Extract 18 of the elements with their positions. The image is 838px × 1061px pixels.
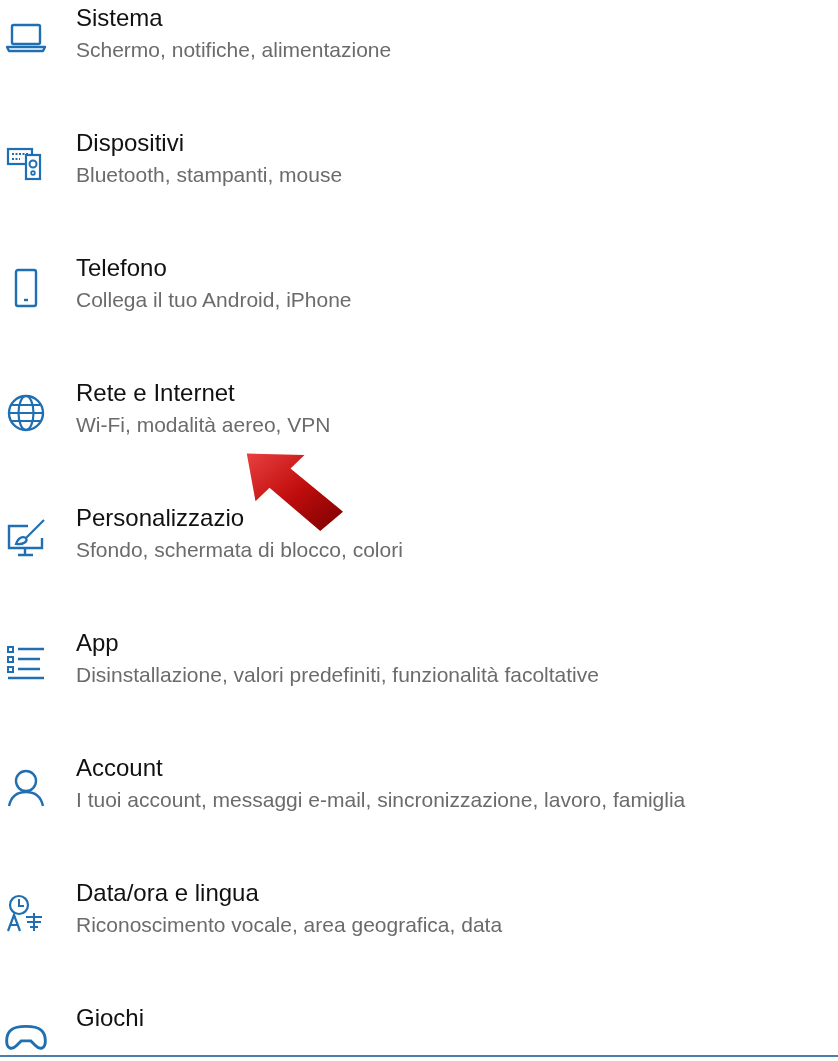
- settings-item-title[interactable]: Giochi: [76, 1004, 145, 1032]
- settings-item-description: Schermo, notifiche, alimentazione: [76, 38, 392, 62]
- settings-item-title[interactable]: Account: [76, 754, 686, 782]
- settings-item-description: Wi-Fi, modalità aereo, VPN: [76, 413, 331, 437]
- settings-item-title[interactable]: Telefono: [76, 254, 352, 282]
- settings-item-description: Disinstallazione, valori predefiniti, funzionalità facoltative: [76, 663, 599, 687]
- settings-item-description: I tuoi account, messaggi e-mail, sincronizzazione, lavoro, famiglia: [76, 788, 686, 812]
- settings-item-title[interactable]: App: [76, 629, 599, 657]
- settings-item-title[interactable]: Dispositivi: [76, 129, 343, 157]
- settings-item-description: Bluetooth, stampanti, mouse: [76, 163, 343, 187]
- settings-item-description: Sfondo, schermata di blocco, colori: [76, 538, 403, 562]
- gamepad-icon: [4, 1024, 48, 1053]
- settings-item-title[interactable]: Data/ora e lingua: [76, 879, 503, 907]
- settings-item-description: Riconoscimento vocale, area geografica, data: [76, 913, 503, 937]
- settings-item-description: Collega il tuo Android, iPhone: [76, 288, 352, 312]
- settings-item-title[interactable]: Sistema: [76, 4, 392, 32]
- settings-item-title[interactable]: Personalizzazio: [76, 504, 403, 532]
- settings-item-title[interactable]: Rete e Internet: [76, 379, 331, 407]
